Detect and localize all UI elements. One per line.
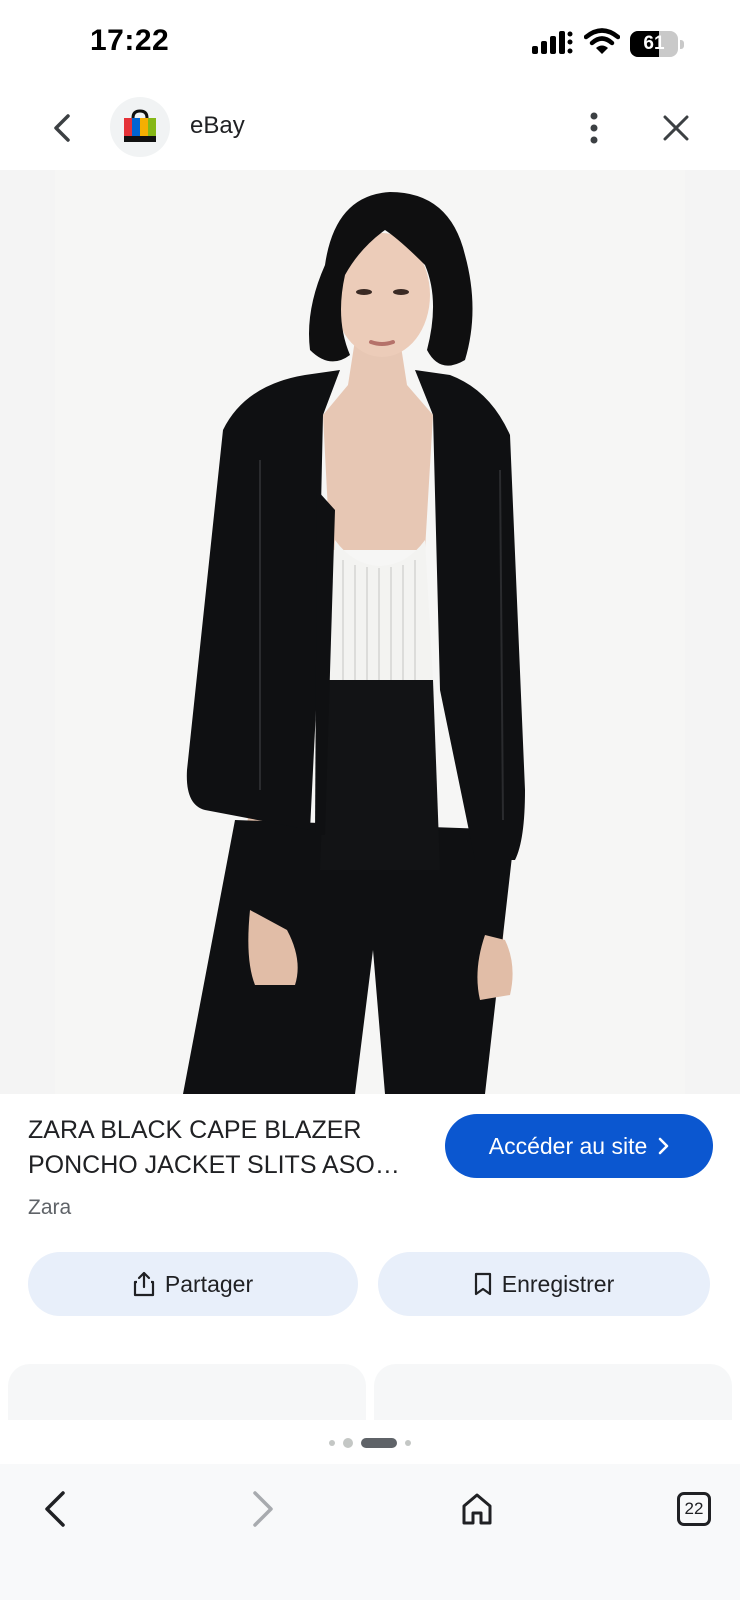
product-title[interactable]: ZARA BLACK CAPE BLAZER PONCHO JACKET SLI… xyxy=(28,1113,428,1183)
shopping-bag-icon xyxy=(124,109,156,142)
arrow-forward-icon xyxy=(253,1491,273,1527)
carousel-dot-active xyxy=(361,1438,397,1448)
share-button[interactable]: Partager xyxy=(28,1252,358,1316)
chevron-left-icon xyxy=(54,114,70,142)
related-result-card[interactable] xyxy=(374,1364,732,1424)
product-title-line1: ZARA BLACK CAPE BLAZER xyxy=(28,1116,362,1144)
share-icon xyxy=(133,1271,154,1297)
carousel-dot xyxy=(329,1440,335,1446)
carousel-dot xyxy=(343,1438,353,1448)
nav-home-button[interactable] xyxy=(452,1484,502,1534)
site-logo[interactable] xyxy=(110,97,170,157)
status-time: 17:22 xyxy=(90,24,170,57)
visit-site-label: Accéder au site xyxy=(488,1132,648,1159)
nav-back-button[interactable] xyxy=(30,1484,80,1534)
cell-signal-icon xyxy=(532,31,573,54)
nav-tabs-button[interactable]: 22 xyxy=(672,1484,716,1534)
close-button[interactable] xyxy=(656,108,696,148)
product-photo xyxy=(55,170,685,1094)
more-vert-icon xyxy=(590,112,598,144)
wifi-icon xyxy=(584,28,620,54)
browser-bottom-nav: 22 xyxy=(0,1464,740,1600)
visit-site-button[interactable]: Accéder au site xyxy=(445,1114,713,1178)
related-result-card[interactable] xyxy=(8,1364,366,1424)
site-name[interactable]: eBay xyxy=(190,112,245,140)
battery-level: 61 xyxy=(643,33,665,54)
back-button[interactable] xyxy=(42,108,82,148)
home-icon xyxy=(462,1493,492,1525)
product-title-line2: PONCHO JACKET SLITS ASO… xyxy=(28,1151,400,1179)
status-bar: 17:22 61 xyxy=(0,0,740,88)
tabs-icon: 22 xyxy=(677,1492,711,1526)
bookmark-icon xyxy=(474,1272,491,1296)
chevron-right-icon xyxy=(659,1137,669,1155)
app-header: eBay xyxy=(0,88,740,170)
save-button[interactable]: Enregistrer xyxy=(378,1252,710,1316)
product-image-viewer[interactable] xyxy=(0,170,740,1094)
tab-count: 22 xyxy=(684,1499,704,1518)
nav-forward-button[interactable] xyxy=(238,1484,288,1534)
carousel-dot xyxy=(405,1440,411,1446)
more-options-button[interactable] xyxy=(576,106,612,150)
arrow-back-icon xyxy=(45,1491,65,1527)
share-label: Partager xyxy=(164,1270,254,1297)
save-label: Enregistrer xyxy=(501,1270,615,1297)
carousel-indicator xyxy=(0,1436,740,1450)
product-source: Zara xyxy=(28,1196,72,1219)
battery-icon: 61 xyxy=(630,31,684,57)
close-icon xyxy=(663,115,689,141)
model-figure-illustration xyxy=(183,192,525,1094)
